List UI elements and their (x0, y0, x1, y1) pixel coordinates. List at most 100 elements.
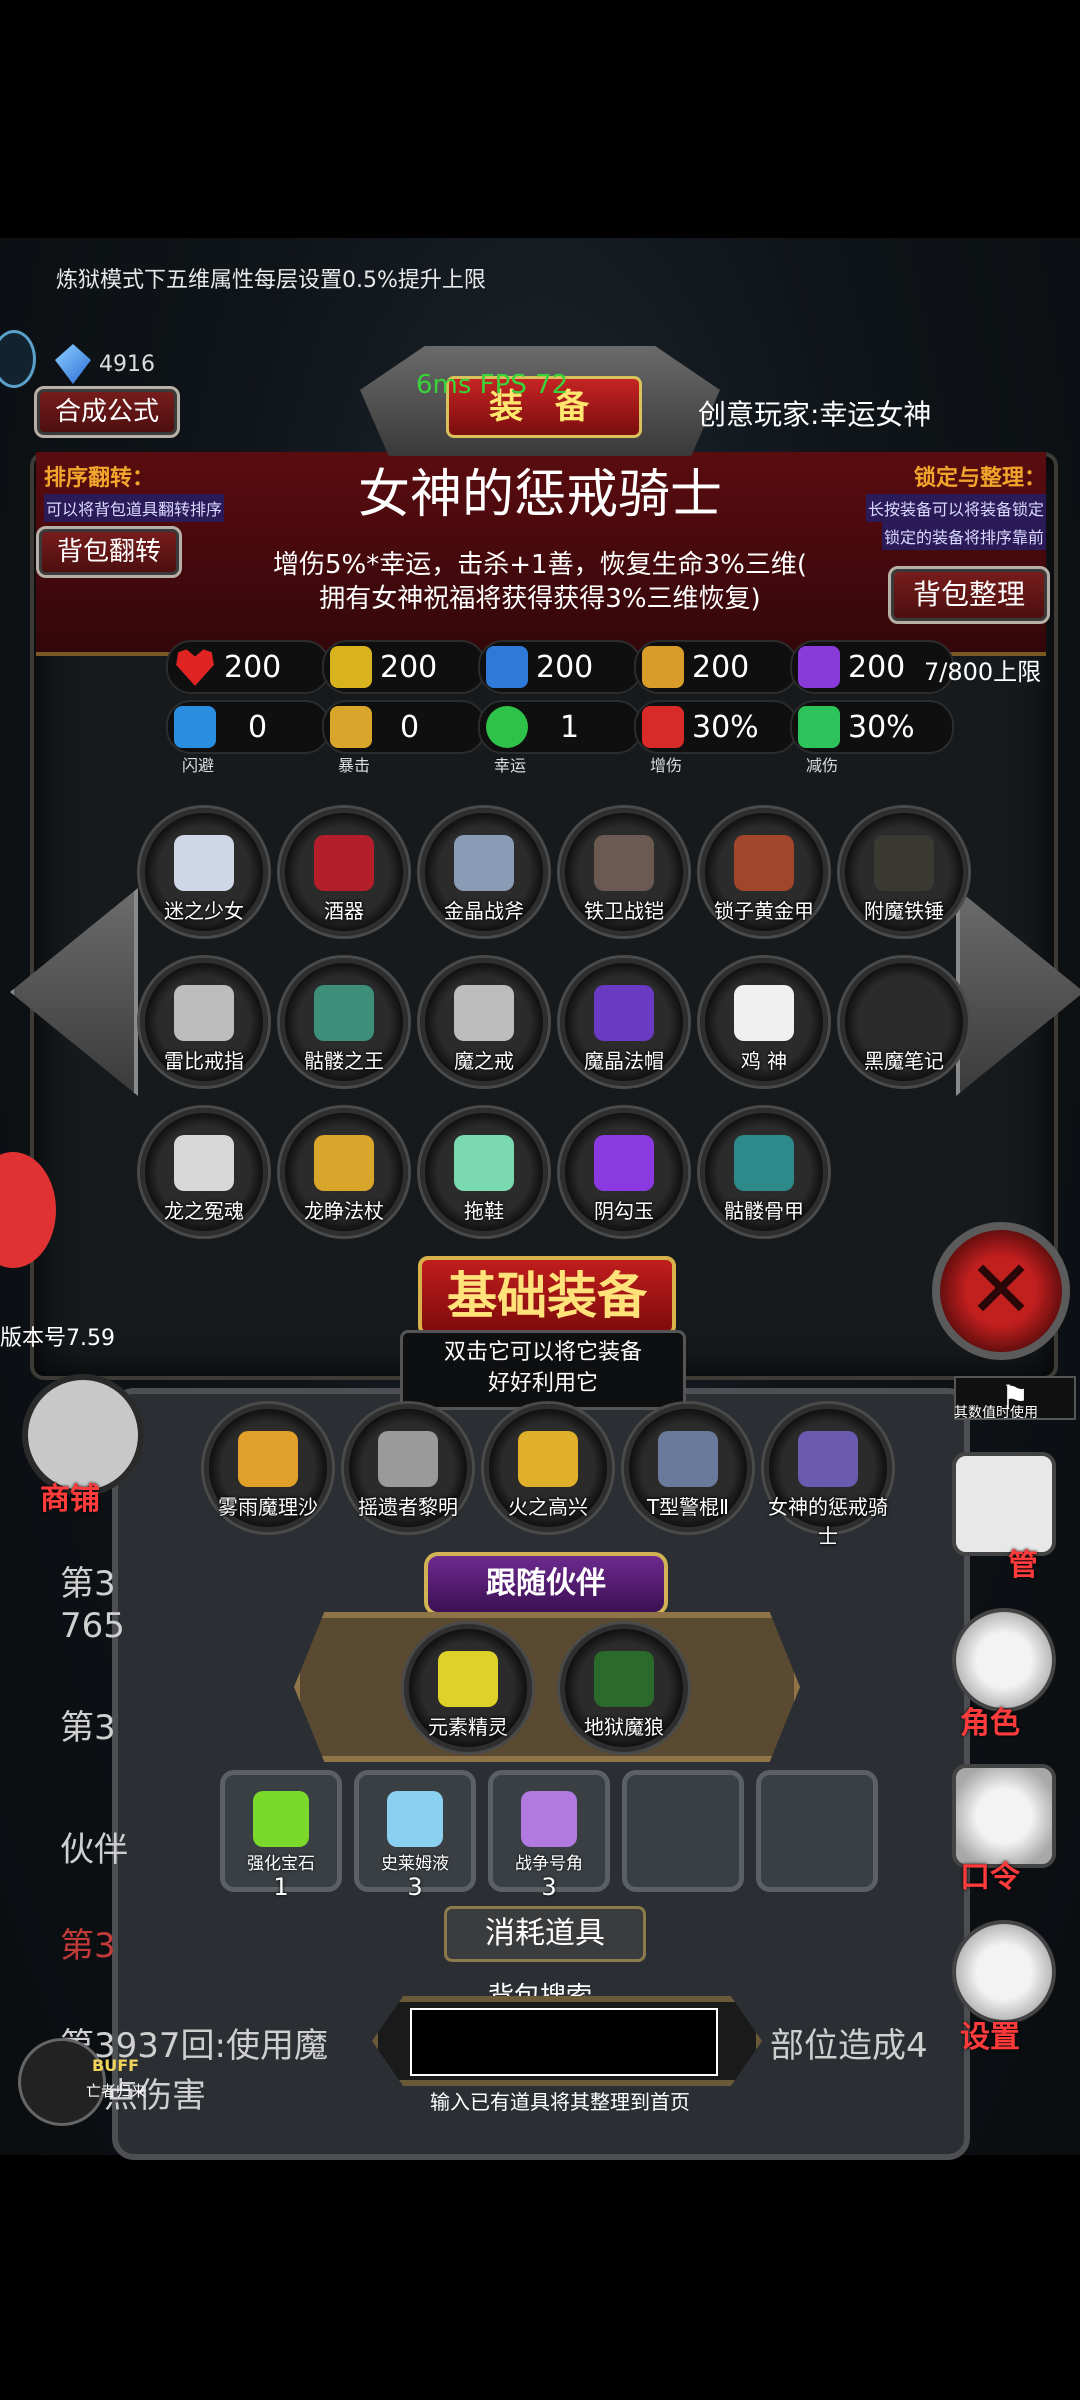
item-slot[interactable]: 铁卫战铠 (560, 808, 688, 936)
stat-limit: 7/800上限 (924, 658, 1042, 686)
manage-label[interactable]: 管 (1008, 1540, 1038, 1584)
settings-label[interactable]: 设置 (960, 2012, 1020, 2056)
item-slot[interactable]: 雷比戒指 (140, 958, 268, 1086)
stat-defense: 200 (478, 640, 642, 694)
command-label[interactable]: 口令 (960, 1852, 1020, 1896)
item-slot[interactable]: 酒器 (280, 808, 408, 936)
item-slot[interactable]: 魔晶法帽 (560, 958, 688, 1086)
item-slot[interactable]: 锁子黄金甲 (700, 808, 828, 936)
item-icon (734, 1135, 794, 1191)
item-icon (874, 985, 934, 1041)
stat-attack-value: 200 (692, 650, 750, 685)
item-icon (454, 985, 514, 1041)
item-slot[interactable]: 黑魔笔记 (840, 958, 968, 1086)
item-slot[interactable]: 金晶战斧 (420, 808, 548, 936)
item-slot[interactable]: 火之高兴 (484, 1404, 612, 1532)
item-slot[interactable]: T型警棍Ⅱ (624, 1404, 752, 1532)
item-slot[interactable]: 雾雨魔理沙 (204, 1404, 332, 1532)
crit-icon (330, 706, 372, 748)
item-icon (454, 835, 514, 891)
defense-icon (486, 646, 528, 688)
log-line-4: 伙伴 (60, 1830, 128, 1870)
item-slot[interactable]: 元素精灵 (404, 1624, 532, 1752)
item-label: 战争号角 (515, 1854, 583, 1874)
item-slot[interactable]: 史莱姆液 3 (354, 1770, 476, 1901)
item-slot[interactable]: 骷髅骨甲 (700, 1108, 828, 1236)
item-label: 黑魔笔记 (864, 1049, 944, 1073)
item-label: 史莱姆液 (381, 1854, 449, 1874)
dice-icon[interactable] (952, 1452, 1056, 1556)
role-label[interactable]: 角色 (960, 1698, 1020, 1742)
close-button[interactable]: ✕ (932, 1222, 1070, 1360)
item-icon (594, 835, 654, 891)
stat-damage-up-value: 30% (692, 710, 759, 745)
partner-title: 跟随伙伴 (424, 1552, 668, 1616)
item-slot[interactable]: 战争号角 3 (488, 1770, 610, 1901)
item-label: 铁卫战铠 (584, 899, 664, 923)
role-icon[interactable] (952, 1608, 1056, 1712)
item-label: T型警棍Ⅱ (646, 1495, 730, 1519)
limit-note: 其数值时使用 (954, 1405, 1038, 1421)
sort-hint: 可以将背包道具翻转排序 (44, 494, 225, 522)
item-slot[interactable]: 拖鞋 (420, 1108, 548, 1236)
basic-equip-hint: 双击它可以将它装备 好好利用它 (400, 1330, 686, 1410)
stat-luck-value: 1 (560, 710, 580, 745)
item-slot[interactable]: 女神的惩戒骑士 (764, 1404, 892, 1548)
item-slot[interactable]: 鸡 神 (700, 958, 828, 1086)
item-slot[interactable]: 地狱魔狼 (560, 1624, 688, 1752)
stat-strength: 200 (322, 640, 486, 694)
fps-counter: 6ms FPS 72 (416, 370, 569, 400)
bag-search-input[interactable] (410, 2008, 718, 2076)
empty-slot[interactable] (622, 1770, 744, 1892)
item-slot[interactable]: 摇遗者黎明 (344, 1404, 472, 1532)
item-icon (253, 1791, 309, 1847)
stat-damage-down-value: 30% (848, 710, 915, 745)
top-note: 炼狱模式下五维属性每层设置0.5%提升上限 (56, 268, 486, 293)
basic-hint-line-1: 双击它可以将它装备 (443, 1340, 642, 1365)
item-label: 附魔铁锤 (864, 899, 944, 923)
item-slot[interactable]: 强化宝石 1 (220, 1770, 342, 1901)
craft-formula-button[interactable]: 合成公式 (34, 386, 180, 438)
partner-frame (294, 1612, 800, 1762)
item-label: 锁子黄金甲 (714, 899, 814, 923)
item-label: 雷比戒指 (164, 1049, 244, 1073)
item-icon (378, 1431, 438, 1487)
dodge-icon (174, 706, 216, 748)
log-line-3: 第3 (60, 1708, 116, 1748)
item-label: 骷髅之王 (304, 1049, 384, 1073)
item-icon (594, 985, 654, 1041)
stat-defense-value: 200 (536, 650, 594, 685)
item-icon (438, 1651, 498, 1707)
gear-icon[interactable] (952, 1920, 1056, 2024)
item-slot[interactable]: 迷之少女 (140, 808, 268, 936)
log-line-6b: 部位造成4 (770, 2026, 928, 2066)
lock-hint-1: 长按装备可以将装备锁定 (865, 494, 1046, 522)
item-label: 魔之戒 (454, 1049, 514, 1073)
desc-line-2: 拥有女神祝福将获得获得3%三维恢复) (319, 584, 761, 614)
basic-hint-line-2: 好好利用它 (487, 1371, 598, 1396)
bag-organize-button[interactable]: 背包整理 (888, 566, 1050, 624)
item-label: 鸡 神 (740, 1049, 788, 1073)
item-slot[interactable]: 阴勾玉 (560, 1108, 688, 1236)
empty-slot[interactable] (756, 1770, 878, 1892)
version-label: 版本号7.59 (0, 1326, 115, 1351)
stat-dodge-value: 0 (248, 710, 268, 745)
item-slot[interactable]: 龙睁法杖 (280, 1108, 408, 1236)
log-line-1: 第3 (60, 1564, 116, 1604)
sort-flip-button[interactable]: 背包翻转 (36, 526, 182, 578)
item-label: 女神的惩戒骑士 (768, 1495, 888, 1548)
shop-label[interactable]: 商铺 (40, 1474, 100, 1518)
item-slot[interactable]: 附魔铁锤 (840, 808, 968, 936)
stat-dodge-label: 闪避 (181, 756, 214, 775)
lightning-icon (798, 646, 840, 688)
item-slot[interactable]: 龙之冤魂 (140, 1108, 268, 1236)
item-icon (521, 1791, 577, 1847)
item-icon (314, 1135, 374, 1191)
stat-hp: 200 (166, 640, 330, 694)
damage-up-icon (642, 706, 684, 748)
item-slot[interactable]: 魔之戒 (420, 958, 548, 1086)
item-slot[interactable]: 骷髅之王 (280, 958, 408, 1086)
item-icon (174, 985, 234, 1041)
blue-gem-icon (55, 344, 91, 384)
item-quantity: 1 (273, 1873, 289, 1901)
